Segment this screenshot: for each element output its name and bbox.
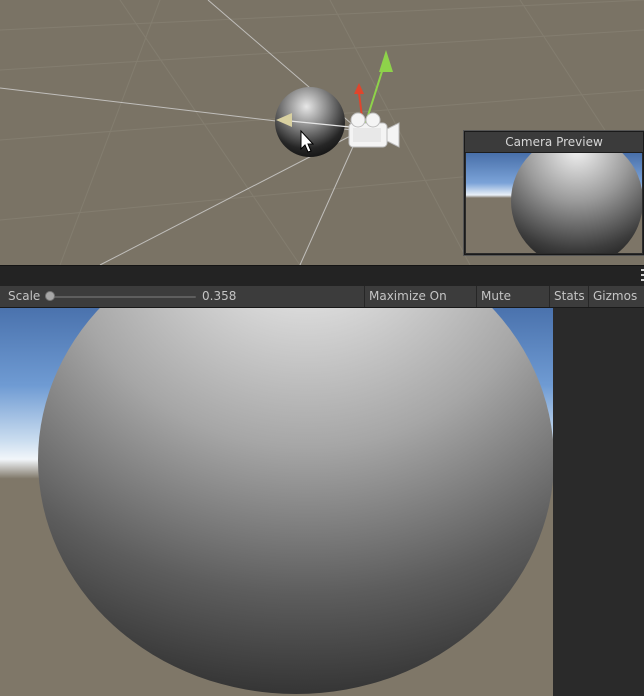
stats-button[interactable]: Stats — [549, 286, 587, 307]
scale-slider-thumb[interactable] — [45, 291, 55, 301]
camera-icon[interactable] — [348, 112, 400, 148]
y-axis-arrow-icon[interactable] — [379, 50, 393, 72]
game-view[interactable] — [0, 308, 553, 696]
game-render — [0, 308, 553, 696]
camera-preview-panel: Camera Preview — [464, 131, 644, 255]
maximize-on-play-button[interactable]: Maximize On Play — [364, 286, 474, 324]
game-view-empty-area — [553, 308, 644, 696]
x-axis-arrow-icon[interactable] — [354, 83, 364, 94]
camera-preview-image — [466, 153, 642, 253]
camera-preview-title: Camera Preview — [465, 132, 643, 153]
scale-slider[interactable] — [48, 296, 196, 298]
scale-value: 0.358 — [202, 289, 237, 303]
panel-divider[interactable] — [0, 265, 644, 287]
scale-label: Scale — [8, 289, 41, 303]
game-view-toolbar: Scale 0.358 Maximize On Play Mute Audio … — [0, 286, 644, 324]
scene-view[interactable]: Camera Preview — [0, 0, 644, 265]
mute-audio-button[interactable]: Mute Audio — [476, 286, 548, 324]
gizmos-button[interactable]: Gizmos — [588, 286, 640, 307]
